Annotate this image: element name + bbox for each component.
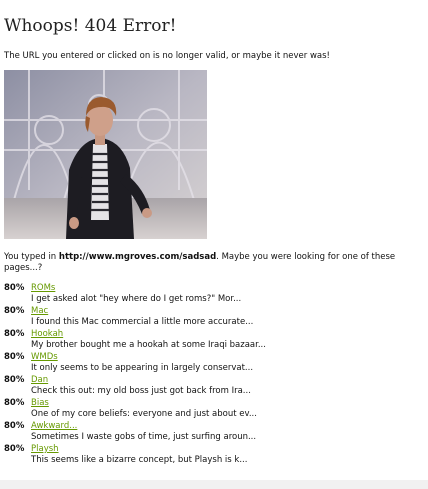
list-item: 80% Hookah My brother bought me a hookah… (4, 329, 414, 352)
suggestion-link-playsh[interactable]: Playsh (31, 444, 59, 455)
match-score: 80% (4, 398, 25, 408)
suggestion-link-dan[interactable]: Dan (31, 375, 48, 386)
suggestion-snippet: One of my core beliefs: everyone and jus… (31, 409, 257, 419)
suggestion-list: 80% ROMs I get asked alot "hey where do … (4, 283, 414, 467)
list-item: 80% Dan Check this out: my old boss just… (4, 375, 414, 398)
error-page: Whoops! 404 Error! The URL you entered o… (0, 0, 428, 489)
suggestion-snippet: My brother bought me a hookah at some Ir… (31, 340, 266, 350)
list-item: 80% Mac I found this Mac commercial a li… (4, 306, 414, 329)
footer-divider (0, 480, 428, 489)
suggestion-link-mac[interactable]: Mac (31, 306, 48, 317)
list-item: 80% ROMs I get asked alot "hey where do … (4, 283, 414, 306)
match-score: 80% (4, 421, 25, 431)
match-score: 80% (4, 306, 25, 316)
suggestion-snippet: I found this Mac commercial a little mor… (31, 317, 254, 327)
match-score: 80% (4, 283, 25, 293)
page-title: Whoops! 404 Error! (4, 16, 177, 36)
suggestion-snippet: Sometimes I waste gobs of time, just sur… (31, 432, 257, 442)
suggestion-link-hookah[interactable]: Hookah (31, 329, 63, 340)
suggestion-snippet: Check this out: my old boss just got bac… (31, 386, 251, 396)
suggestion-link-awkward[interactable]: Awkward... (31, 421, 77, 432)
suggestion-link-wmds[interactable]: WMDs (31, 352, 58, 363)
match-score: 80% (4, 329, 25, 339)
suggestion-snippet: It only seems to be appearing in largely… (31, 363, 254, 373)
suggestion-snippet: I get asked alot "hey where do I get rom… (31, 294, 242, 304)
match-score: 80% (4, 444, 25, 454)
suggestion-snippet: This seems like a bizarre concept, but P… (31, 455, 248, 465)
suggestion-link-roms[interactable]: ROMs (31, 283, 55, 294)
match-score: 80% (4, 352, 25, 362)
list-item: 80% Bias One of my core beliefs: everyon… (4, 398, 414, 421)
rickroll-image (4, 70, 207, 239)
typed-prefix: You typed in (4, 252, 59, 262)
typed-url: http://www.mgroves.com/sadsad (58, 252, 217, 262)
list-item: 80% Playsh This seems like a bizarre con… (4, 444, 414, 467)
list-item: 80% WMDs It only seems to be appearing i… (4, 352, 414, 375)
intro-text: The URL you entered or clicked on is no … (4, 51, 330, 61)
match-score: 80% (4, 375, 25, 385)
suggestion-link-bias[interactable]: Bias (31, 398, 49, 409)
typed-url-message: You typed in http://www.mgroves.com/sads… (4, 252, 414, 274)
list-item: 80% Awkward... Sometimes I waste gobs of… (4, 421, 414, 444)
